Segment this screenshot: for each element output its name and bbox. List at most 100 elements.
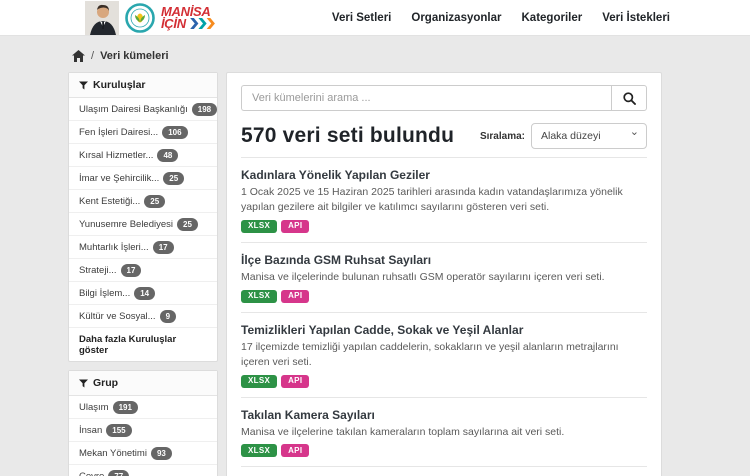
- facet-item-label: Fen İşleri Dairesi...: [79, 127, 158, 138]
- facet-groups-header: Grup: [69, 371, 217, 396]
- facet-item-label: İnsan: [79, 425, 102, 436]
- results-count-heading: 570 veri seti bulundu: [241, 124, 454, 148]
- facet-item[interactable]: Fen İşleri Dairesi... 106: [69, 120, 217, 143]
- facet-groups-list: Ulaşım 191 İnsan 155 Mekan Yönetimi 93: [69, 396, 217, 476]
- nav-organizasyonlar[interactable]: Organizasyonlar: [411, 12, 501, 24]
- api-format-badge: API: [281, 444, 309, 457]
- dataset-item: Temizlikleri Yapılan Cadde, Sokak ve Yeş…: [241, 312, 647, 397]
- facet-item[interactable]: Çevre 77: [69, 464, 217, 476]
- dataset-item: Montajı Yapılan Kameralar Manisa Büyükşe…: [241, 466, 647, 476]
- dataset-item: Kadınlara Yönelik Yapılan Geziler 1 Ocak…: [241, 157, 647, 242]
- nav-veri-istekleri[interactable]: Veri İstekleri: [602, 12, 670, 24]
- dataset-format-badges: XLSXAPI: [241, 290, 647, 303]
- filter-icon: [79, 81, 88, 90]
- facet-item[interactable]: İnsan 155: [69, 418, 217, 441]
- api-format-badge: API: [281, 290, 309, 303]
- breadcrumb-separator: /: [91, 50, 94, 62]
- facet-count-badge: 25: [177, 218, 198, 231]
- facet-item[interactable]: Ulaşım Dairesi Başkanlığı 198: [69, 98, 217, 120]
- facet-item[interactable]: Mekan Yönetimi 93: [69, 441, 217, 464]
- facet-item-label: Muhtarlık İşleri...: [79, 242, 149, 253]
- nav-veri-setleri[interactable]: Veri Setleri: [332, 12, 391, 24]
- facet-title: Grup: [93, 377, 118, 389]
- facet-item[interactable]: Yunusemre Belediyesi 25: [69, 212, 217, 235]
- facet-count-badge: 191: [113, 401, 138, 414]
- sort-select-shell: Alaka düzeyi: [531, 123, 647, 149]
- dataset-item: Takılan Kamera Sayıları Manisa ve ilçele…: [241, 397, 647, 467]
- search-icon: [623, 92, 636, 105]
- facet-item-label: Çevre: [79, 471, 104, 476]
- breadcrumb: / Veri kümeleri: [0, 36, 750, 72]
- api-format-badge: API: [281, 375, 309, 388]
- show-more-organizations-link[interactable]: Daha fazla Kuruluşlar göster: [69, 327, 217, 361]
- facet-item-label: İmar ve Şehircilik...: [79, 173, 159, 184]
- dataset-description: Manisa ve ilçelerine takılan kameraların…: [241, 425, 647, 440]
- brand-line2: İÇİN: [161, 18, 186, 30]
- dataset-title-link[interactable]: Takılan Kamera Sayıları: [241, 408, 375, 422]
- dataset-format-badges: XLSXAPI: [241, 444, 647, 457]
- sort-control: Sıralama: Alaka düzeyi: [480, 123, 647, 149]
- facet-item-label: Ulaşım Dairesi Başkanlığı: [79, 104, 188, 115]
- facet-title: Kuruluşlar: [93, 79, 146, 91]
- xlsx-format-badge: XLSX: [241, 220, 277, 233]
- facet-item-label: Strateji...: [79, 265, 117, 276]
- filter-icon: [79, 379, 88, 388]
- facet-groups: Grup Ulaşım 191 İnsan 155 Mekan Yönet: [68, 370, 218, 476]
- dataset-title-link[interactable]: Temizlikleri Yapılan Cadde, Sokak ve Yeş…: [241, 323, 523, 337]
- brand-wordmark: MANİSA İÇİN: [161, 6, 217, 30]
- facet-count-badge: 25: [144, 195, 165, 208]
- facet-count-badge: 17: [153, 241, 174, 254]
- breadcrumb-current: Veri kümeleri: [100, 50, 169, 62]
- municipality-seal-icon: [125, 3, 155, 33]
- nav-kategoriler[interactable]: Kategoriler: [522, 12, 583, 24]
- facet-count-badge: 155: [106, 424, 131, 437]
- api-format-badge: API: [281, 220, 309, 233]
- facet-count-badge: 77: [108, 470, 129, 476]
- facet-organizations: Kuruluşlar Ulaşım Dairesi Başkanlığı 198…: [68, 72, 218, 362]
- dataset-description: Manisa ve ilçelerinde bulunan ruhsatlı G…: [241, 270, 647, 285]
- facet-item[interactable]: Strateji... 17: [69, 258, 217, 281]
- facet-item-label: Mekan Yönetimi: [79, 448, 147, 459]
- dataset-title-link[interactable]: Kadınlara Yönelik Yapılan Geziler: [241, 168, 430, 182]
- results-header: 570 veri seti bulundu Sıralama: Alaka dü…: [241, 123, 647, 149]
- facet-count-badge: 25: [163, 172, 184, 185]
- facet-organizations-list: Ulaşım Dairesi Başkanlığı 198 Fen İşleri…: [69, 98, 217, 327]
- facet-item[interactable]: Ulaşım 191: [69, 396, 217, 418]
- mayor-photo: [85, 1, 119, 35]
- facet-item[interactable]: Bilgi İşlem... 14: [69, 281, 217, 304]
- xlsx-format-badge: XLSX: [241, 375, 277, 388]
- dataset-results-panel: 570 veri seti bulundu Sıralama: Alaka dü…: [226, 72, 662, 476]
- facet-item[interactable]: Kültür ve Sosyal... 9: [69, 304, 217, 327]
- content-layout: Kuruluşlar Ulaşım Dairesi Başkanlığı 198…: [68, 72, 750, 476]
- facet-count-badge: 14: [134, 287, 155, 300]
- search-input[interactable]: [241, 85, 611, 111]
- dataset-title-link[interactable]: İlçe Bazında GSM Ruhsat Sayıları: [241, 253, 431, 267]
- dataset-search: [241, 85, 647, 111]
- dataset-description: 1 Ocak 2025 ve 15 Haziran 2025 tarihleri…: [241, 185, 647, 215]
- sort-label: Sıralama:: [480, 131, 525, 142]
- site-logo[interactable]: MANİSA İÇİN: [85, 1, 217, 35]
- facet-count-badge: 9: [160, 310, 176, 323]
- facet-count-badge: 93: [151, 447, 172, 460]
- facet-item-label: Kent Estetiği...: [79, 196, 140, 207]
- facet-count-badge: 48: [157, 149, 178, 162]
- dataset-description: 17 ilçemizde temizliği yapılan caddeleri…: [241, 340, 647, 370]
- facet-item[interactable]: Kent Estetiği... 25: [69, 189, 217, 212]
- dataset-format-badges: XLSX API: [241, 375, 647, 388]
- facet-item-label: Bilgi İşlem...: [79, 288, 130, 299]
- facet-item[interactable]: Muhtarlık İşleri... 17: [69, 235, 217, 258]
- dataset-format-badges: XLSX API: [241, 220, 647, 233]
- facet-count-badge: 198: [192, 103, 217, 116]
- sort-select[interactable]: Alaka düzeyi: [531, 123, 647, 149]
- facet-item-label: Yunusemre Belediyesi: [79, 219, 173, 230]
- facet-item-label: Kültür ve Sosyal...: [79, 311, 156, 322]
- brand-chevrons-icon: [189, 18, 217, 29]
- main-nav: Veri Setleri Organizasyonlar Kategoriler…: [332, 12, 670, 24]
- dataset-item: İlçe Bazında GSM Ruhsat Sayıları Manisa …: [241, 242, 647, 312]
- facet-count-badge: 106: [162, 126, 187, 139]
- facet-item-label: Kırsal Hizmetler...: [79, 150, 153, 161]
- home-icon[interactable]: [72, 50, 85, 62]
- facet-item[interactable]: Kırsal Hizmetler... 48: [69, 143, 217, 166]
- search-button[interactable]: [611, 85, 647, 111]
- facet-item[interactable]: İmar ve Şehircilik... 25: [69, 166, 217, 189]
